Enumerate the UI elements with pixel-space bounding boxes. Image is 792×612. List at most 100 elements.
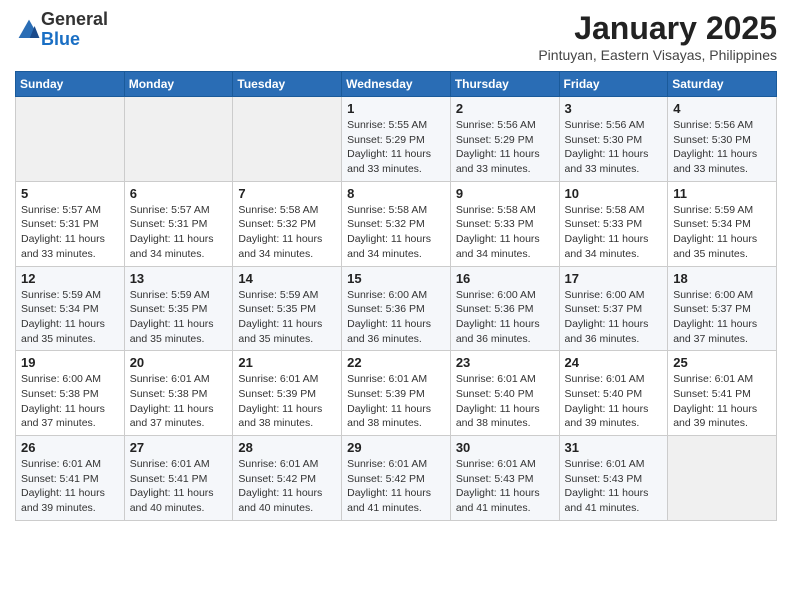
day-info: Sunrise: 6:00 AM Sunset: 5:38 PM Dayligh…: [21, 372, 119, 431]
calendar-cell: 14Sunrise: 5:59 AM Sunset: 5:35 PM Dayli…: [233, 266, 342, 351]
day-number: 27: [130, 440, 228, 455]
day-number: 24: [565, 355, 663, 370]
day-info: Sunrise: 5:57 AM Sunset: 5:31 PM Dayligh…: [21, 203, 119, 262]
day-info: Sunrise: 6:00 AM Sunset: 5:37 PM Dayligh…: [565, 288, 663, 347]
calendar-cell: 26Sunrise: 6:01 AM Sunset: 5:41 PM Dayli…: [16, 436, 125, 521]
day-number: 9: [456, 186, 554, 201]
day-info: Sunrise: 5:59 AM Sunset: 5:35 PM Dayligh…: [130, 288, 228, 347]
month-title: January 2025: [538, 10, 777, 47]
calendar-cell: 24 Sunrise: 6:01 AM Sunset: 5:40 PM Dayli…: [559, 351, 668, 436]
calendar-cell: 6 Sunrise: 5:57 AM Sunset: 5:31 PM Daylig…: [124, 181, 233, 266]
col-header-tuesday: Tuesday: [233, 72, 342, 97]
day-number: 20: [130, 355, 228, 370]
calendar-cell: [124, 97, 233, 182]
col-header-friday: Friday: [559, 72, 668, 97]
day-number: 29: [347, 440, 445, 455]
calendar-cell: 15 Sunrise: 6:00 AM Sunset: 5:36 PM Dayli…: [342, 266, 451, 351]
day-number: 6: [130, 186, 228, 201]
calendar-cell: [668, 436, 777, 521]
day-number: 22: [347, 355, 445, 370]
calendar-cell: [233, 97, 342, 182]
day-info: Sunrise: 5:55 AM Sunset: 5:29 PM Dayligh…: [347, 118, 445, 177]
col-header-thursday: Thursday: [450, 72, 559, 97]
day-number: 28: [238, 440, 336, 455]
calendar-cell: 29 Sunrise: 6:01 AM Sunset: 5:42 PM Dayli…: [342, 436, 451, 521]
day-number: 3: [565, 101, 663, 116]
day-number: 18: [673, 271, 771, 286]
calendar-cell: 3 Sunrise: 5:56 AM Sunset: 5:30 PM Daylig…: [559, 97, 668, 182]
day-number: 17: [565, 271, 663, 286]
day-number: 15: [347, 271, 445, 286]
calendar-cell: 12Sunrise: 5:59 AM Sunset: 5:34 PM Dayli…: [16, 266, 125, 351]
calendar-cell: 31Sunrise: 6:01 AM Sunset: 5:43 PM Dayli…: [559, 436, 668, 521]
day-number: 14: [238, 271, 336, 286]
day-info: Sunrise: 5:56 AM Sunset: 5:29 PM Dayligh…: [456, 118, 554, 177]
week-row: 26Sunrise: 6:01 AM Sunset: 5:41 PM Dayli…: [16, 436, 777, 521]
day-info: Sunrise: 5:57 AM Sunset: 5:31 PM Dayligh…: [130, 203, 228, 262]
day-info: Sunrise: 5:58 AM Sunset: 5:33 PM Dayligh…: [456, 203, 554, 262]
calendar-cell: 2 Sunrise: 5:56 AM Sunset: 5:29 PM Daylig…: [450, 97, 559, 182]
week-row: 19Sunrise: 6:00 AM Sunset: 5:38 PM Dayli…: [16, 351, 777, 436]
day-number: 1: [347, 101, 445, 116]
calendar-cell: 28 Sunrise: 6:01 AM Sunset: 5:42 PM Dayli…: [233, 436, 342, 521]
calendar-cell: 25Sunrise: 6:01 AM Sunset: 5:41 PM Dayli…: [668, 351, 777, 436]
calendar-cell: 20 Sunrise: 6:01 AM Sunset: 5:38 PM Dayli…: [124, 351, 233, 436]
day-info: Sunrise: 5:59 AM Sunset: 5:34 PM Dayligh…: [673, 203, 771, 262]
page-container: General Blue January 2025 Pintuyan, East…: [0, 0, 792, 531]
day-number: 4: [673, 101, 771, 116]
logo: General Blue: [15, 10, 108, 50]
logo-icon: [17, 18, 41, 42]
calendar-cell: 4 Sunrise: 5:56 AM Sunset: 5:30 PM Daylig…: [668, 97, 777, 182]
week-row: 12Sunrise: 5:59 AM Sunset: 5:34 PM Dayli…: [16, 266, 777, 351]
calendar-cell: 19Sunrise: 6:00 AM Sunset: 5:38 PM Dayli…: [16, 351, 125, 436]
day-number: 10: [565, 186, 663, 201]
day-info: Sunrise: 5:58 AM Sunset: 5:32 PM Dayligh…: [238, 203, 336, 262]
day-number: 5: [21, 186, 119, 201]
day-info: Sunrise: 6:00 AM Sunset: 5:36 PM Dayligh…: [347, 288, 445, 347]
calendar-cell: 16 Sunrise: 6:00 AM Sunset: 5:36 PM Dayli…: [450, 266, 559, 351]
calendar-cell: 7Sunrise: 5:58 AM Sunset: 5:32 PM Daylig…: [233, 181, 342, 266]
calendar-cell: [16, 97, 125, 182]
col-header-sunday: Sunday: [16, 72, 125, 97]
day-number: 23: [456, 355, 554, 370]
calendar-cell: 1 Sunrise: 5:55 AM Sunset: 5:29 PM Daylig…: [342, 97, 451, 182]
day-number: 12: [21, 271, 119, 286]
calendar-cell: 13 Sunrise: 5:59 AM Sunset: 5:35 PM Dayli…: [124, 266, 233, 351]
day-number: 8: [347, 186, 445, 201]
day-number: 26: [21, 440, 119, 455]
calendar-cell: 21Sunrise: 6:01 AM Sunset: 5:39 PM Dayli…: [233, 351, 342, 436]
day-number: 2: [456, 101, 554, 116]
day-info: Sunrise: 5:56 AM Sunset: 5:30 PM Dayligh…: [673, 118, 771, 177]
header-row: SundayMondayTuesdayWednesdayThursdayFrid…: [16, 72, 777, 97]
calendar-cell: 23 Sunrise: 6:01 AM Sunset: 5:40 PM Dayli…: [450, 351, 559, 436]
day-info: Sunrise: 5:58 AM Sunset: 5:32 PM Dayligh…: [347, 203, 445, 262]
day-info: Sunrise: 6:00 AM Sunset: 5:37 PM Dayligh…: [673, 288, 771, 347]
calendar-cell: 5 Sunrise: 5:57 AM Sunset: 5:31 PM Daylig…: [16, 181, 125, 266]
calendar-cell: 11Sunrise: 5:59 AM Sunset: 5:34 PM Dayli…: [668, 181, 777, 266]
day-info: Sunrise: 6:01 AM Sunset: 5:42 PM Dayligh…: [238, 457, 336, 516]
day-info: Sunrise: 6:01 AM Sunset: 5:40 PM Dayligh…: [456, 372, 554, 431]
logo-general-text: General: [41, 10, 108, 30]
calendar-cell: 22 Sunrise: 6:01 AM Sunset: 5:39 PM Dayli…: [342, 351, 451, 436]
week-row: 5 Sunrise: 5:57 AM Sunset: 5:31 PM Daylig…: [16, 181, 777, 266]
day-info: Sunrise: 6:01 AM Sunset: 5:40 PM Dayligh…: [565, 372, 663, 431]
calendar-cell: 10 Sunrise: 5:58 AM Sunset: 5:33 PM Dayli…: [559, 181, 668, 266]
calendar-cell: 9 Sunrise: 5:58 AM Sunset: 5:33 PM Daylig…: [450, 181, 559, 266]
day-number: 30: [456, 440, 554, 455]
day-number: 16: [456, 271, 554, 286]
logo-text: General Blue: [41, 10, 108, 50]
day-info: Sunrise: 5:56 AM Sunset: 5:30 PM Dayligh…: [565, 118, 663, 177]
week-row: 1 Sunrise: 5:55 AM Sunset: 5:29 PM Daylig…: [16, 97, 777, 182]
calendar-table: SundayMondayTuesdayWednesdayThursdayFrid…: [15, 71, 777, 521]
day-info: Sunrise: 6:01 AM Sunset: 5:42 PM Dayligh…: [347, 457, 445, 516]
day-info: Sunrise: 6:01 AM Sunset: 5:39 PM Dayligh…: [238, 372, 336, 431]
day-info: Sunrise: 6:01 AM Sunset: 5:41 PM Dayligh…: [673, 372, 771, 431]
col-header-wednesday: Wednesday: [342, 72, 451, 97]
day-info: Sunrise: 6:00 AM Sunset: 5:36 PM Dayligh…: [456, 288, 554, 347]
calendar-cell: 18 Sunrise: 6:00 AM Sunset: 5:37 PM Dayli…: [668, 266, 777, 351]
day-info: Sunrise: 6:01 AM Sunset: 5:43 PM Dayligh…: [565, 457, 663, 516]
day-info: Sunrise: 6:01 AM Sunset: 5:38 PM Dayligh…: [130, 372, 228, 431]
day-info: Sunrise: 6:01 AM Sunset: 5:39 PM Dayligh…: [347, 372, 445, 431]
day-number: 13: [130, 271, 228, 286]
day-info: Sunrise: 5:58 AM Sunset: 5:33 PM Dayligh…: [565, 203, 663, 262]
